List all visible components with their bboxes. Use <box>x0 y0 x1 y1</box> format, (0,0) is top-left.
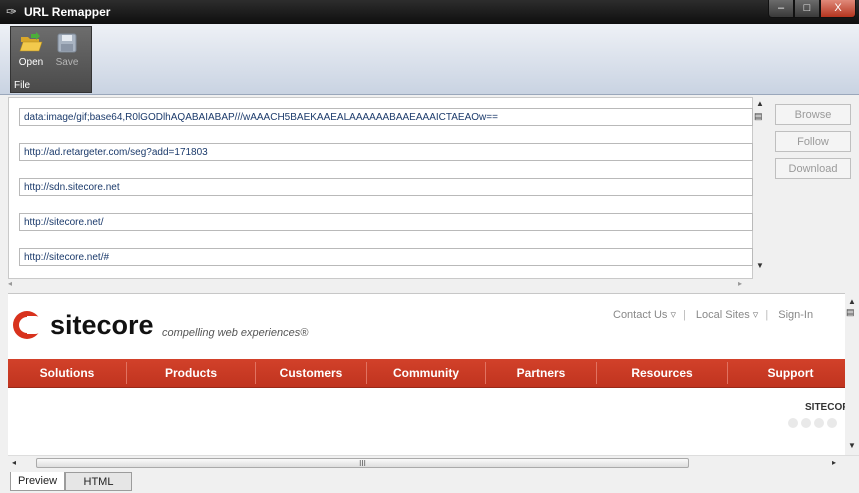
url-panel: data:image/gif;base64,R0lGODlhAQABAIABAP… <box>0 95 859 293</box>
scroll-up-icon[interactable]: ▲ <box>756 99 764 108</box>
site-nav-bar: Solutions Products Customers Community P… <box>8 359 859 388</box>
app-icon: ✑ <box>6 4 17 19</box>
scroll-thumb[interactable]: III <box>36 458 689 468</box>
carousel-dot[interactable] <box>801 418 811 428</box>
tab-html[interactable]: HTML <box>65 472 132 491</box>
save-disk-icon <box>57 33 77 53</box>
sign-in-link[interactable]: Sign-In <box>778 309 813 321</box>
ribbon-group-file: Open Save File <box>10 26 92 93</box>
sitecore-logo-icon <box>13 311 43 339</box>
tab-preview[interactable]: Preview <box>10 472 65 491</box>
url-field[interactable]: http://sitecore.net/# <box>19 248 753 266</box>
sitecore-logo-text[interactable]: sitecore <box>50 310 154 341</box>
open-label: Open <box>18 57 44 68</box>
url-field[interactable]: http://sdn.sitecore.net <box>19 178 753 196</box>
save-button[interactable]: Save <box>51 31 83 77</box>
carousel-dot[interactable] <box>814 418 824 428</box>
nav-products[interactable]: Products <box>127 359 255 387</box>
scroll-right-icon[interactable]: ▸ <box>832 458 836 467</box>
window-title: URL Remapper <box>24 5 111 19</box>
preview-pane: sitecore compelling web experiences® Con… <box>8 293 859 456</box>
browse-button[interactable]: Browse <box>775 104 851 125</box>
url-field[interactable]: http://sitecore.net/ <box>19 213 753 231</box>
url-list-horizontal-scrollbar[interactable]: ◂ ▸ <box>8 278 753 290</box>
scroll-left-icon[interactable]: ◂ <box>8 279 12 288</box>
url-field[interactable]: http://ad.retargeter.com/seg?add=171803 <box>19 143 753 161</box>
banner-heading: SITECOR <box>805 402 850 413</box>
scroll-left-icon[interactable]: ◂ <box>12 458 16 467</box>
resize-grip-icon: ▤ <box>846 307 855 317</box>
preview-vertical-scrollbar[interactable]: ▲ ▤ ▼ <box>845 293 859 455</box>
ribbon-group-label: File <box>14 80 31 91</box>
link-divider: | <box>765 309 769 321</box>
carousel-dots[interactable] <box>788 418 840 431</box>
nav-resources[interactable]: Resources <box>597 359 727 387</box>
carousel-dot[interactable] <box>788 418 798 428</box>
url-field[interactable]: data:image/gif;base64,R0lGODlhAQABAIABAP… <box>19 108 753 126</box>
scroll-down-icon[interactable]: ▼ <box>848 441 856 450</box>
download-button[interactable]: Download <box>775 158 851 179</box>
scroll-right-icon[interactable]: ▸ <box>738 279 742 288</box>
close-button[interactable]: X <box>820 0 856 18</box>
minimize-button[interactable]: – <box>768 0 794 18</box>
open-folder-icon <box>19 32 43 52</box>
scroll-down-icon[interactable]: ▼ <box>756 261 764 270</box>
preview-horizontal-scrollbar[interactable]: ◂ III ▸ <box>8 455 859 470</box>
url-list-vertical-scrollbar[interactable]: ▲ ▤ ▼ <box>752 97 768 277</box>
maximize-button[interactable]: □ <box>794 0 820 18</box>
follow-button[interactable]: Follow <box>775 131 851 152</box>
tagline: compelling web experiences® <box>162 327 309 339</box>
title-bar: ✑ URL Remapper – □ X <box>0 0 859 24</box>
nav-community[interactable]: Community <box>367 359 485 387</box>
carousel-dot[interactable] <box>827 418 837 428</box>
url-list: data:image/gif;base64,R0lGODlhAQABAIABAP… <box>8 97 753 279</box>
nav-support[interactable]: Support <box>728 359 853 387</box>
scroll-up-icon[interactable]: ▲ <box>848 297 856 306</box>
resize-grip-icon: ▤ <box>754 111 763 121</box>
contact-us-link[interactable]: Contact Us ▿ <box>613 309 676 321</box>
ribbon: Open Save File <box>0 24 859 95</box>
nav-customers[interactable]: Customers <box>256 359 366 387</box>
top-links: Contact Us ▿ | Local Sites ▿ | Sign-In <box>613 308 820 321</box>
open-button[interactable]: Open <box>15 31 47 77</box>
nav-partners[interactable]: Partners <box>486 359 596 387</box>
local-sites-link[interactable]: Local Sites ▿ <box>696 309 758 321</box>
save-label: Save <box>55 57 79 68</box>
nav-solutions[interactable]: Solutions <box>8 359 126 387</box>
link-divider: | <box>683 309 686 321</box>
